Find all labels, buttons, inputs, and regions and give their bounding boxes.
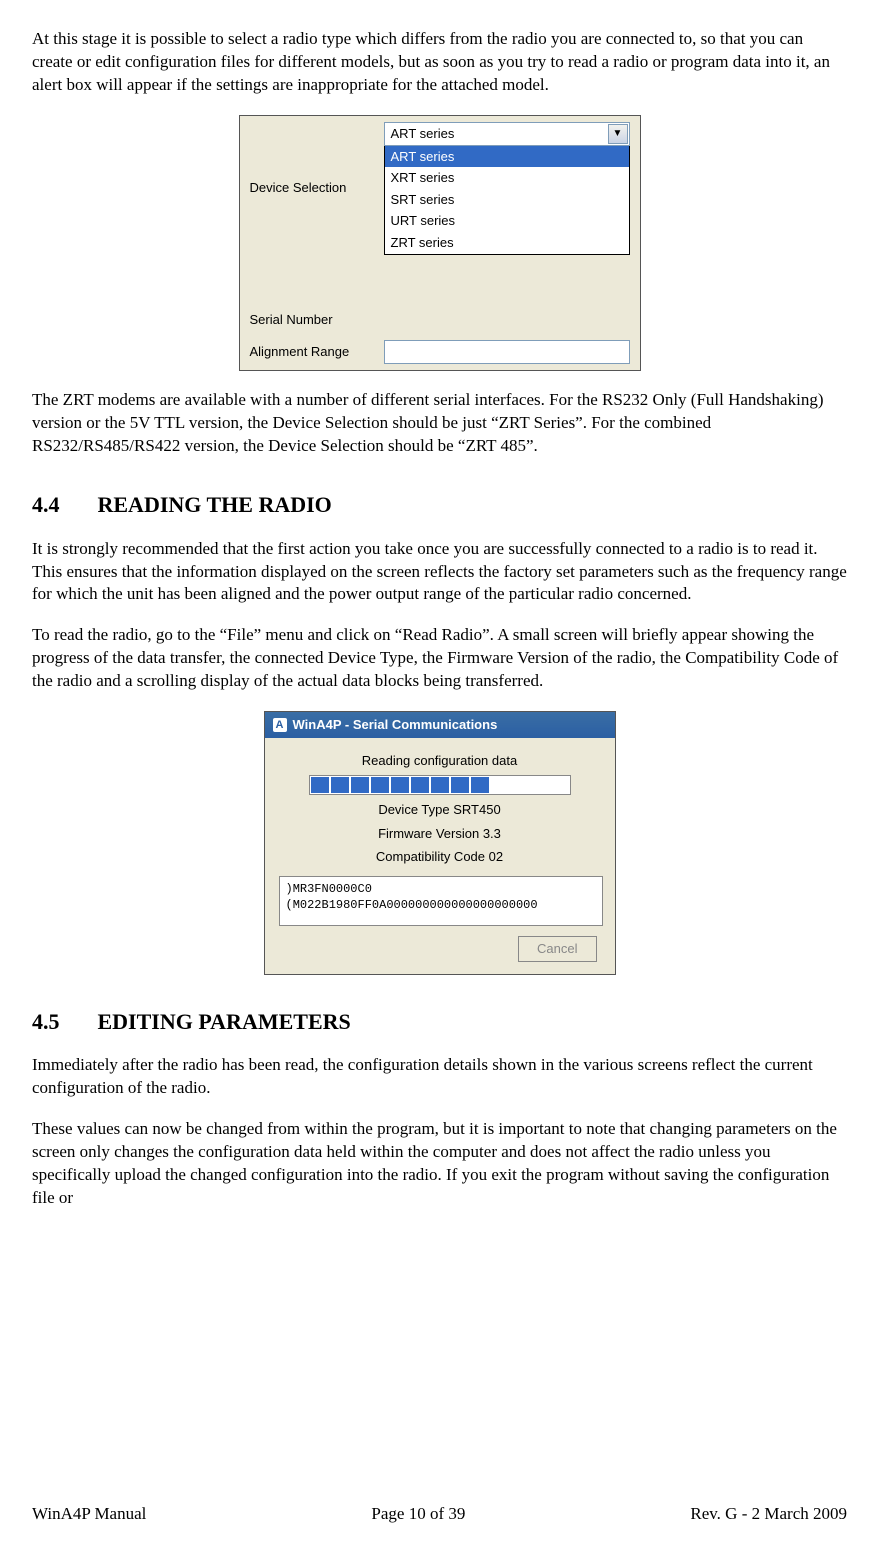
- section-number: 4.4: [32, 490, 92, 520]
- data-line: )MR3FN0000C0: [286, 881, 596, 897]
- footer-right: Rev. G - 2 March 2009: [690, 1503, 847, 1526]
- footer-center: Page 10 of 39: [371, 1503, 465, 1526]
- figure-progress-dialog: A WinA4P - Serial Communications Reading…: [32, 711, 847, 974]
- progress-block: [351, 777, 369, 793]
- progress-block: [471, 777, 489, 793]
- progress-block: [411, 777, 429, 793]
- dropdown-option[interactable]: ZRT series: [385, 232, 629, 254]
- progress-bar: [309, 775, 571, 795]
- section-number: 4.5: [32, 1007, 92, 1037]
- dropdown-option[interactable]: ART series: [385, 146, 629, 168]
- body-paragraph: The ZRT modems are available with a numb…: [32, 389, 847, 458]
- progress-block: [371, 777, 389, 793]
- body-paragraph: Immediately after the radio has been rea…: [32, 1054, 847, 1100]
- body-paragraph: These values can now be changed from wit…: [32, 1118, 847, 1210]
- firmware-version-text: Firmware Version 3.3: [279, 825, 601, 843]
- footer-left: WinA4P Manual: [32, 1503, 146, 1526]
- dropdown-option[interactable]: SRT series: [385, 189, 629, 211]
- cancel-button[interactable]: Cancel: [518, 936, 596, 962]
- body-paragraph: It is strongly recommended that the firs…: [32, 538, 847, 607]
- body-paragraph: At this stage it is possible to select a…: [32, 28, 847, 97]
- status-text: Reading configuration data: [279, 752, 601, 770]
- progress-block: [451, 777, 469, 793]
- dialog-titlebar: A WinA4P - Serial Communications: [265, 712, 615, 738]
- progress-block: [311, 777, 329, 793]
- data-transfer-box: )MR3FN0000C0 (M022B1980FF0A0000000000000…: [279, 876, 603, 926]
- serial-number-label: Serial Number: [250, 311, 370, 329]
- app-icon: A: [273, 718, 287, 732]
- body-paragraph: To read the radio, go to the “File” menu…: [32, 624, 847, 693]
- section-title: EDITING PARAMETERS: [98, 1009, 351, 1034]
- progress-block: [331, 777, 349, 793]
- dropdown-option[interactable]: URT series: [385, 210, 629, 232]
- alignment-range-value: [384, 340, 630, 364]
- data-line: (M022B1980FF0A000000000000000000000: [286, 897, 596, 913]
- dropdown-option[interactable]: XRT series: [385, 167, 629, 189]
- compatibility-code-text: Compatibility Code 02: [279, 848, 601, 866]
- dropdown-selected-value: ART series: [391, 126, 455, 141]
- figure-device-selection: Device Selection ART series ▼ ART series…: [32, 115, 847, 371]
- section-heading-4-4: 4.4 READING THE RADIO: [32, 490, 847, 520]
- chevron-down-icon[interactable]: ▼: [608, 124, 628, 144]
- page-footer: WinA4P Manual Page 10 of 39 Rev. G - 2 M…: [32, 1503, 847, 1526]
- device-type-text: Device Type SRT450: [279, 801, 601, 819]
- device-selection-dropdown[interactable]: ART series ▼: [384, 122, 630, 146]
- device-selection-label: Device Selection: [250, 179, 370, 197]
- section-heading-4-5: 4.5 EDITING PARAMETERS: [32, 1007, 847, 1037]
- dropdown-list: ART series XRT series SRT series URT ser…: [384, 145, 630, 255]
- section-title: READING THE RADIO: [98, 492, 332, 517]
- progress-block: [431, 777, 449, 793]
- progress-block: [391, 777, 409, 793]
- alignment-range-label: Alignment Range: [250, 343, 370, 361]
- dialog-title: WinA4P - Serial Communications: [293, 716, 498, 734]
